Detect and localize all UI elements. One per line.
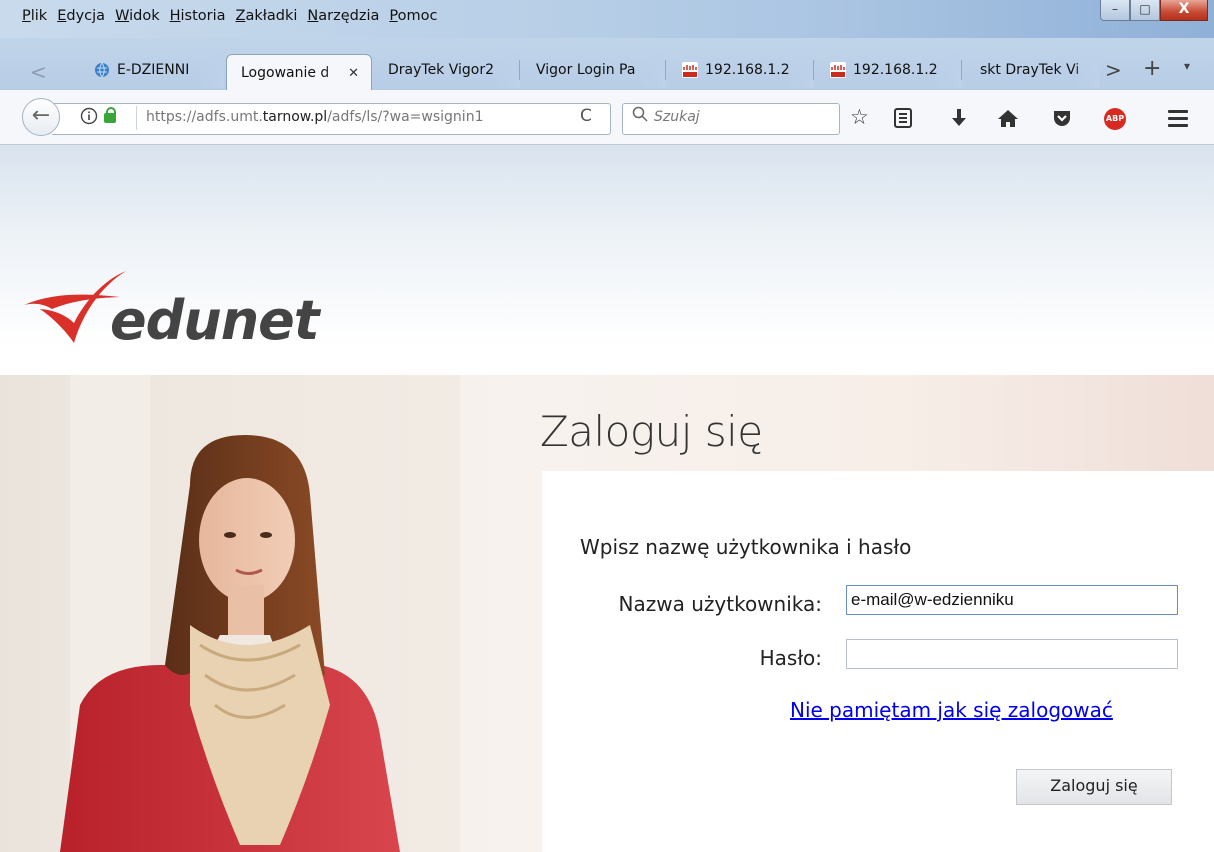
- login-button[interactable]: Zaloguj się: [1016, 769, 1172, 805]
- globe-icon: [95, 62, 109, 78]
- web-page: edunet Zaloguj się Wpisz nazwę użytkowni…: [0, 145, 1214, 852]
- page-title: Zaloguj się: [540, 407, 763, 456]
- site-identity[interactable]: [80, 107, 116, 125]
- tab-label: 192.168.1.2: [705, 62, 790, 78]
- tab-strip: < E-DZIENNI Logowanie d ✕ DrayTek Vigor2…: [0, 46, 1214, 91]
- logo-wordmark: edunet: [110, 289, 320, 352]
- browser-window: Plik Edycja Widok Historia Zakładki Narz…: [0, 0, 1214, 852]
- url-prefix: https://adfs.umt.: [146, 109, 263, 125]
- menu-narzedzia[interactable]: Narzędzia: [307, 8, 379, 24]
- username-input[interactable]: e-mail@w-edzienniku: [846, 585, 1178, 615]
- edunet-logo: edunet: [22, 265, 320, 352]
- navigation-bar: ← https://adfs.umt.tarnow.pl/adfs/ls/?wa…: [0, 90, 1214, 145]
- reading-list-icon[interactable]: [894, 108, 912, 128]
- tab-logowanie[interactable]: Logowanie d ✕: [226, 54, 372, 91]
- login-instructions: Wpisz nazwę użytkownika i hasło: [580, 535, 912, 559]
- menu-edycja[interactable]: Edycja: [57, 8, 105, 24]
- back-button[interactable]: ←: [22, 98, 60, 136]
- tab-vigor-login[interactable]: Vigor Login Pa: [536, 52, 666, 88]
- password-input[interactable]: [846, 639, 1178, 669]
- menu-historia[interactable]: Historia: [170, 8, 226, 24]
- lock-icon: [104, 107, 116, 123]
- tab-cisco-2[interactable]: 192.168.1.2: [830, 52, 962, 88]
- menu-pomoc[interactable]: Pomoc: [389, 8, 437, 24]
- tab-label: 192.168.1.2: [853, 62, 938, 78]
- tab-cisco-1[interactable]: 192.168.1.2: [682, 52, 814, 88]
- tab-scroll-right-icon[interactable]: >: [1105, 58, 1122, 82]
- url-suffix: /adfs/ls/?wa=wsignin1: [327, 109, 484, 125]
- minimize-button[interactable]: –: [1100, 0, 1130, 21]
- search-icon: [632, 106, 648, 122]
- url-domain: tarnow.pl: [262, 109, 328, 125]
- adblock-plus-icon[interactable]: ABP: [1104, 108, 1126, 130]
- menu-bar: Plik Edycja Widok Historia Zakładki Narz…: [0, 0, 1214, 38]
- tab-draytek-vigor[interactable]: DrayTek Vigor2: [388, 52, 520, 88]
- new-tab-icon[interactable]: +: [1143, 56, 1161, 81]
- pocket-icon[interactable]: [1052, 108, 1072, 128]
- tab-close-icon[interactable]: ✕: [348, 66, 359, 81]
- reload-icon[interactable]: C: [580, 106, 592, 126]
- tab-scroll-left-icon[interactable]: <: [30, 60, 47, 84]
- tab-label: skt DrayTek Vi: [980, 62, 1080, 78]
- bookmark-star-icon[interactable]: ☆: [850, 105, 869, 129]
- menu-zakladki[interactable]: Zakładki: [236, 8, 298, 24]
- maximize-button[interactable]: □: [1130, 0, 1160, 21]
- url-text[interactable]: https://adfs.umt.tarnow.pl/adfs/ls/?wa=w…: [146, 109, 531, 125]
- download-icon[interactable]: [950, 108, 968, 128]
- tab-label: E-DZIENNI: [117, 62, 190, 78]
- close-window-button[interactable]: X: [1160, 0, 1208, 21]
- cisco-icon: [830, 62, 846, 78]
- tab-label: DrayTek Vigor2: [388, 62, 495, 78]
- tab-skt-draytek[interactable]: skt DrayTek Vi: [980, 52, 1100, 88]
- info-icon[interactable]: [80, 107, 98, 125]
- tab-list-icon[interactable]: ▾: [1184, 59, 1190, 73]
- woman-photo: [40, 375, 460, 852]
- tab-label: Vigor Login Pa: [536, 62, 636, 78]
- menu-widok[interactable]: Widok: [115, 8, 160, 24]
- window-controls: – □ X: [1100, 0, 1208, 21]
- search-placeholder: Szukaj: [654, 109, 700, 125]
- username-label: Nazwa użytkownika:: [618, 592, 822, 616]
- menu-plik[interactable]: Plik: [22, 8, 47, 24]
- cisco-icon: [682, 62, 698, 78]
- menu-hamburger-icon[interactable]: [1168, 110, 1188, 131]
- url-separator: [136, 106, 137, 130]
- home-icon[interactable]: [997, 108, 1019, 128]
- menu: Plik Edycja Widok Historia Zakładki Narz…: [22, 8, 447, 24]
- tab-label: Logowanie d: [241, 65, 330, 81]
- forgot-password-link[interactable]: Nie pamiętam jak się zalogować: [790, 698, 1113, 722]
- tab-e-dziennik[interactable]: E-DZIENNI: [94, 52, 224, 88]
- password-label: Hasło:: [759, 646, 822, 670]
